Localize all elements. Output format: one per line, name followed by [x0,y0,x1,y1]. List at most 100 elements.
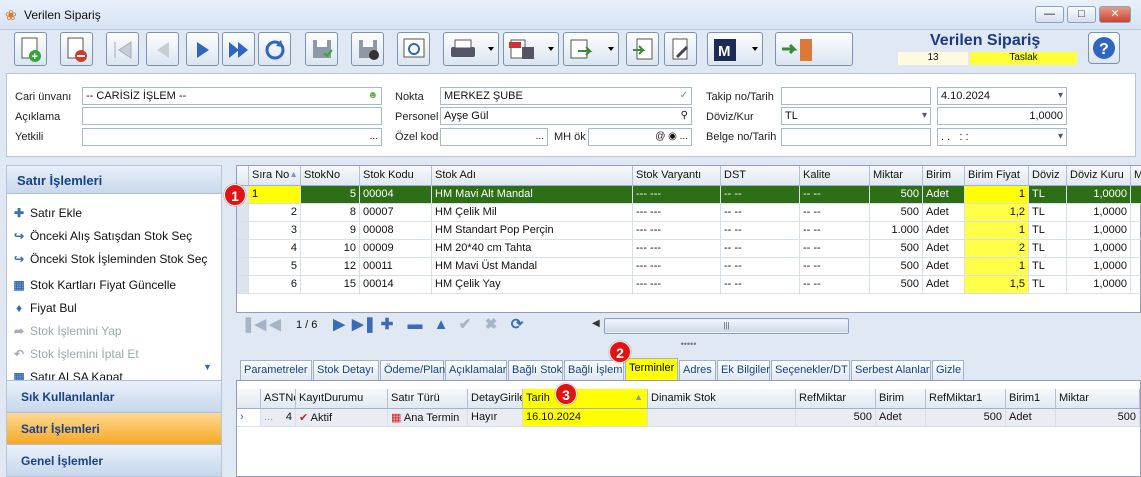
grid-cell[interactable]: 15 [301,276,360,294]
col-header[interactable]: Stok Kodu [360,166,432,186]
grid-cell[interactable]: HM Çelik Yay [432,276,633,294]
sub-col-header[interactable]: RefMiktar1 [926,389,1006,409]
col-header[interactable]: Miktar [870,166,923,186]
sub-col-header[interactable]: Miktar [1056,389,1140,409]
sub-col-header[interactable]: Birim [876,389,926,409]
grid-cell[interactable]: HM Mavi Alt Mandal [432,186,633,204]
sub-cell-birim[interactable]: Adet [876,409,926,427]
grid-cell[interactable]: --- --- [633,204,721,222]
dropdown-arrow-icon[interactable]: ▾ [922,110,927,121]
nav-first-icon[interactable]: ❚◀ [242,316,266,334]
sub-col-header-tarih[interactable]: Tarih ▲ [523,389,648,409]
save-button[interactable] [305,32,338,66]
tab-ek-bilgiler[interactable]: Ek Bilgiler [717,360,770,380]
grid-cell[interactable] [1131,240,1141,258]
grid-cell[interactable]: -- -- [721,240,800,258]
alsa-kapat-item[interactable]: ▦ Satır ALSA Kapat [11,370,122,380]
grid-cell[interactable]: 00007 [360,204,432,222]
grid-cell[interactable]: 1 [965,222,1029,240]
sub-col-header[interactable]: ASTNo [261,389,296,409]
kur-field[interactable]: 1,0000 [937,107,1067,125]
grid-cell[interactable]: 4 [249,240,301,258]
sub-cell-dinamik[interactable] [648,409,796,427]
check-icon[interactable]: ✓ [680,90,688,101]
nav-genel-islemler[interactable]: Genel İşlemler [7,444,221,476]
row-indicator[interactable] [237,258,249,276]
grid-cell[interactable]: TL [1029,204,1067,222]
grid-cell[interactable]: 500 [870,204,923,222]
grid-cell[interactable]: 6 [249,276,301,294]
grid-cell[interactable]: 1,0000 [1067,222,1131,240]
grid-cell[interactable] [1131,204,1141,222]
grid-cell[interactable]: -- -- [800,204,870,222]
belge-field[interactable] [781,128,931,146]
grid-cell[interactable]: 2 [965,240,1029,258]
sub-cell-birim1[interactable]: Adet [1006,409,1056,427]
personel-field[interactable]: Ayşe Gül ⚲ [440,107,692,125]
scroll-thumb[interactable]: ||| [605,320,848,332]
tab-stok-detayi[interactable]: Stok Detayı [313,360,379,380]
col-header[interactable]: Sıra No ▲ [249,166,301,186]
col-header[interactable]: Kalite [800,166,870,186]
save-close-button[interactable] [351,32,384,66]
grid-cell[interactable]: 2 [249,204,301,222]
grid-cell[interactable]: 1 [965,186,1029,204]
grid-cell[interactable]: 9 [301,222,360,240]
nav-sik-kullanilanlar[interactable]: Sık Kullanılanlar [7,380,221,412]
grid-cell[interactable]: 00009 [360,240,432,258]
grid-cell[interactable]: TL [1029,240,1067,258]
grid-cell[interactable]: -- -- [800,258,870,276]
col-header[interactable]: Döviz Kuru [1067,166,1131,186]
grid-cell[interactable]: HM 20*40 cm Tahta [432,240,633,258]
grid-cell[interactable]: --- --- [633,186,721,204]
nav-next-icon[interactable]: ▶ [330,316,348,334]
col-header[interactable]: Döviz [1029,166,1067,186]
sub-cell-miktar[interactable]: 500 [1056,409,1140,427]
grid-cell[interactable]: 1,2 [965,204,1029,222]
grid-cell[interactable] [1131,222,1141,240]
grid-cell[interactable]: 00011 [360,258,432,276]
sub-col-header[interactable]: DetayGirile [468,389,523,409]
grid-cell[interactable]: 00014 [360,276,432,294]
horizontal-scrollbar[interactable]: ||| [604,318,849,334]
sub-col-header[interactable]: RefMiktar [796,389,876,409]
close-button[interactable]: ✕ [1099,6,1131,23]
sub-cell-astno[interactable]: ... 4 [261,409,296,427]
doviz-field[interactable]: TL ▾ [781,107,931,125]
grid-cell[interactable]: -- -- [800,186,870,204]
col-header[interactable]: DST [721,166,800,186]
nav-edit-icon[interactable]: ▲ [432,316,450,334]
grid-cell[interactable]: 1,0000 [1067,276,1131,294]
at-email-icon[interactable]: @ ◉ ... [655,131,688,142]
grid-cell[interactable]: --- --- [633,258,721,276]
grid-cell[interactable]: --- --- [633,240,721,258]
nav-prev-icon[interactable]: ◀ [266,316,284,334]
sub-col-header[interactable]: KayıtDurumu [296,389,388,409]
grid-cell[interactable]: 500 [870,258,923,276]
grid-cell[interactable]: 1,5 [965,276,1029,294]
stok-islem-yap-item[interactable]: ➦ Stok İşlemini Yap [11,324,122,344]
minimize-button[interactable]: — [1035,6,1064,23]
sub-cell-refmiktar[interactable]: 500 [796,409,876,427]
grid-cell[interactable]: Adet [923,186,965,204]
nav-cancel-icon[interactable]: ✖ [482,316,500,334]
grid-cell[interactable]: -- -- [800,222,870,240]
grid-cell[interactable]: 5 [301,186,360,204]
grid-cell[interactable]: HM Çelik Mil [432,204,633,222]
aciklama-field[interactable] [82,107,382,125]
grid-cell[interactable]: -- -- [721,222,800,240]
grid-cell[interactable]: 1,0000 [1067,240,1131,258]
module-menu-button[interactable]: M [707,32,763,66]
grid-cell[interactable]: 1,0000 [1067,186,1131,204]
stok-islem-iptal-item[interactable]: ↶ Stok İşlemini İptal Et [11,347,139,367]
grid-cell[interactable]: HM Mavi Üst Mandal [432,258,633,276]
grid-cell[interactable] [1131,186,1141,204]
tab-adres[interactable]: Adres [679,360,716,380]
grid-cell[interactable]: -- -- [800,240,870,258]
col-header[interactable]: Birim Fiyat [965,166,1029,186]
onceki-stok-item[interactable]: ↪ Önceki Stok İşleminden Stok Seç [11,252,207,272]
belge-date-field[interactable]: . . : : ▾ [937,128,1067,146]
col-header[interactable]: StokNo [301,166,360,186]
grid-cell[interactable]: 1 [965,258,1029,276]
grid-cell[interactable]: 1 [249,186,301,204]
